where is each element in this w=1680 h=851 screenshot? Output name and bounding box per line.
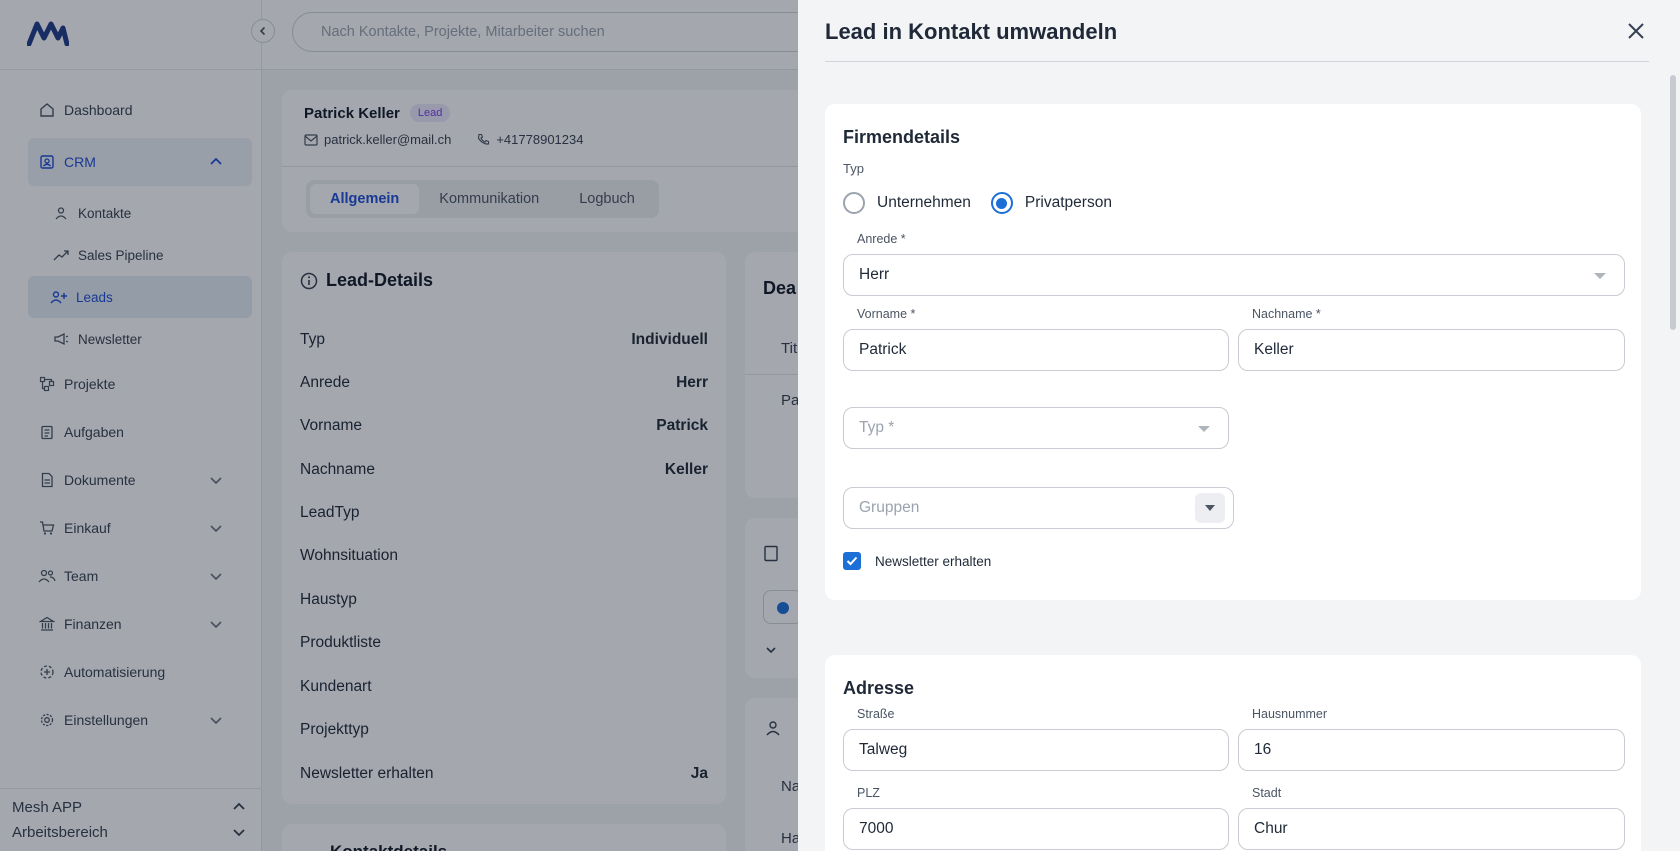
anrede-label: Anrede * [857, 232, 906, 246]
anrede-select[interactable]: Herr [843, 254, 1625, 296]
newsletter-label: Newsletter erhalten [875, 553, 992, 569]
hausnummer-label: Hausnummer [1252, 707, 1328, 721]
firm-details-panel: Firmendetails Typ Unternehmen Privatpers… [825, 104, 1641, 600]
hausnummer-value: 16 [1254, 741, 1272, 758]
caret-down-icon [1198, 426, 1210, 432]
strasse-field[interactable]: Talweg [843, 729, 1229, 771]
plz-label: PLZ [857, 786, 880, 800]
newsletter-checkbox-row: Newsletter erhalten [843, 552, 991, 570]
panel-title: Adresse [843, 678, 915, 698]
plz-field[interactable]: 7000 [843, 808, 1229, 850]
drawer-title: Lead in Kontakt umwandeln [825, 19, 1118, 44]
address-panel: Adresse Straße Hausnummer Talweg 16 PLZ … [825, 655, 1641, 851]
caret-down-icon [1594, 273, 1606, 279]
radio-privatperson[interactable] [990, 192, 1013, 214]
strasse-label: Straße [857, 707, 895, 721]
strasse-value: Talweg [859, 741, 908, 758]
typ-select[interactable]: Typ * [843, 407, 1229, 449]
modal-backdrop[interactable] [0, 0, 798, 851]
typ-placeholder: Typ * [859, 419, 895, 436]
check-icon [846, 556, 858, 566]
plz-value: 7000 [859, 820, 894, 837]
dropdown-toggle-icon[interactable] [1195, 493, 1225, 523]
gruppen-select[interactable]: Gruppen [843, 487, 1234, 529]
hausnummer-field[interactable]: 16 [1238, 729, 1625, 771]
radio-label: Unternehmen [877, 194, 971, 211]
vorname-label: Vorname * [857, 307, 916, 321]
nachname-value: Keller [1254, 341, 1294, 358]
convert-lead-drawer: Lead in Kontakt umwandeln Firmendetails … [798, 0, 1680, 851]
close-button[interactable] [1623, 18, 1649, 44]
vorname-field[interactable]: Patrick [843, 329, 1229, 371]
vorname-value: Patrick [859, 341, 907, 358]
stadt-value: Chur [1254, 820, 1288, 837]
close-icon [1628, 23, 1644, 39]
nachname-field[interactable]: Keller [1238, 329, 1625, 371]
radio-unternehmen[interactable] [843, 192, 865, 214]
newsletter-checkbox[interactable] [843, 552, 861, 570]
radio-label: Privatperson [1024, 194, 1112, 211]
gruppen-placeholder: Gruppen [859, 499, 920, 516]
stadt-field[interactable]: Chur [1238, 808, 1625, 850]
panel-title: Firmendetails [843, 127, 961, 147]
scrollbar[interactable] [1670, 75, 1676, 330]
typ-label: Typ [843, 161, 864, 176]
stadt-label: Stadt [1252, 786, 1282, 800]
drawer-header: Lead in Kontakt umwandeln [825, 0, 1649, 62]
typ-radio-group: Unternehmen Privatperson [843, 192, 1112, 214]
anrede-value: Herr [859, 266, 890, 283]
nachname-label: Nachname * [1252, 307, 1321, 321]
